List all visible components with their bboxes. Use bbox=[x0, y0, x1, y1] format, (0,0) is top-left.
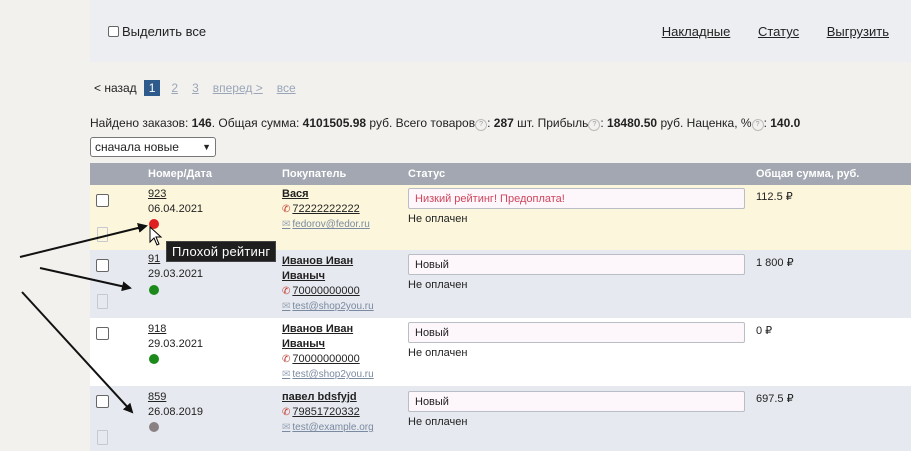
rating-tooltip: Плохой рейтинг bbox=[166, 241, 277, 262]
arrow bbox=[39, 267, 132, 292]
mouse-cursor-icon bbox=[149, 226, 163, 246]
arrow bbox=[21, 291, 134, 414]
annotation-arrows bbox=[19, 223, 148, 414]
arrow bbox=[19, 223, 148, 258]
